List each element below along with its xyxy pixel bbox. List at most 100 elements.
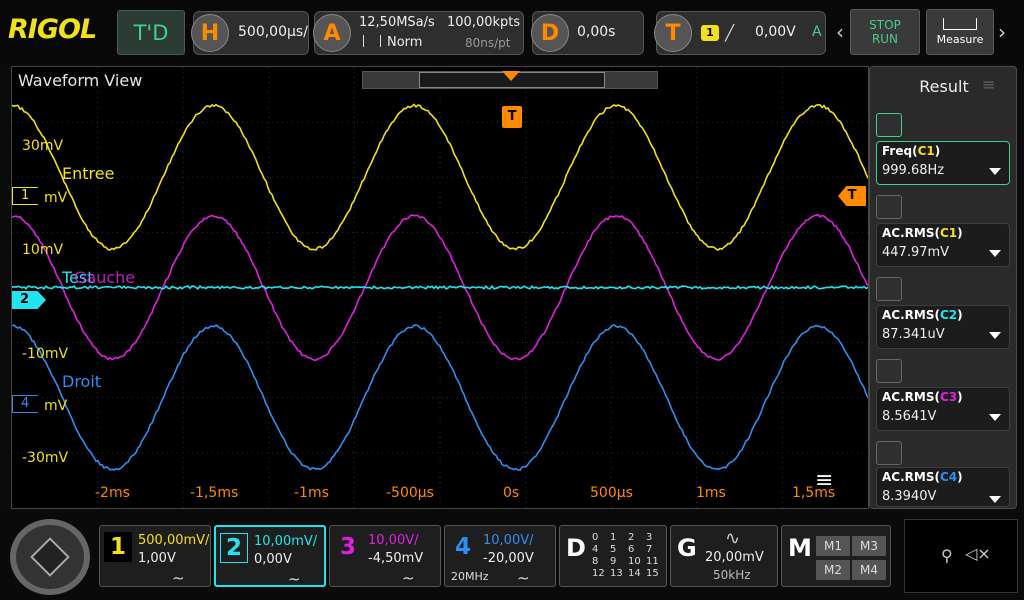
time-per-point: 80ns/pt bbox=[465, 36, 511, 50]
generator-panel[interactable]: G ∿ 20,00mV 50kHz bbox=[670, 525, 778, 587]
rms-icon[interactable] bbox=[876, 441, 902, 465]
home-gear-icon[interactable] bbox=[10, 519, 90, 595]
channel-3-panel[interactable]: 3 10,00V/ -4,50mV ∼ bbox=[329, 525, 441, 587]
sine-wave-icon: ∿ bbox=[725, 528, 740, 549]
trigger-source-badge: 1 bbox=[701, 25, 719, 41]
digital-ch: 5 bbox=[610, 544, 628, 555]
channel-2-panel[interactable]: 2 10,00mV/ 0,00V ∼ bbox=[214, 525, 326, 587]
freq-icon[interactable] bbox=[876, 113, 902, 137]
channel-4-scale: 10,00V/ bbox=[483, 533, 534, 548]
digital-channel-grid: 0123 4567 8 9 10 11 12 13 14 15 bbox=[592, 532, 664, 579]
digital-ch: 15 bbox=[646, 568, 664, 579]
math-m3-button[interactable]: M3 bbox=[852, 536, 886, 556]
result-panel: Result ≡ Freq(C1) 999.68Hz AC.RMS(C1) 44… bbox=[869, 66, 1017, 509]
chevron-right-icon[interactable]: › bbox=[998, 20, 1006, 44]
digital-letter: D bbox=[566, 534, 586, 562]
channel-4-panel[interactable]: 4 10,00V/ -20,00V 20MHz ∼ bbox=[444, 525, 556, 587]
trigger-position-icon bbox=[502, 71, 520, 81]
label-droit: Droit bbox=[62, 372, 101, 391]
x-label-neg500us: -500µs bbox=[386, 485, 434, 501]
x-label-1ms: 1ms bbox=[696, 485, 726, 501]
y-label-mv-2: mV bbox=[44, 398, 67, 414]
result-value-acrms-c1: 447.97mV bbox=[882, 245, 949, 260]
chevron-left-icon[interactable]: ‹ bbox=[836, 20, 844, 44]
math-m2-button[interactable]: M2 bbox=[816, 560, 850, 580]
digital-ch: 2 bbox=[628, 532, 646, 543]
y-label-mv: mV bbox=[44, 190, 67, 206]
y-label-neg30mv: -30mV bbox=[22, 450, 68, 466]
math-panel[interactable]: M M1 M3 M2 M4 bbox=[781, 525, 891, 587]
run-label: RUN bbox=[872, 32, 898, 46]
rising-edge-icon: ╱ bbox=[725, 24, 734, 42]
chevron-down-icon bbox=[989, 496, 1001, 503]
generator-letter: G bbox=[677, 534, 697, 562]
horizontal-icon[interactable]: H bbox=[191, 14, 229, 52]
ac-coupling-icon: ∼ bbox=[172, 569, 185, 587]
rms-icon[interactable] bbox=[876, 277, 902, 301]
digital-ch: 12 bbox=[592, 568, 610, 579]
channel-3-scale: 10,00V/ bbox=[368, 533, 419, 548]
speaker-muted-icon[interactable]: ◁× bbox=[965, 544, 991, 563]
x-label-neg1-5ms: -1,5ms bbox=[190, 485, 238, 501]
channel-1-offset: 1,00V bbox=[138, 551, 176, 566]
result-value-acrms-c3: 8.5641V bbox=[882, 409, 936, 424]
result-item-freq-c1[interactable]: Freq(C1) 999.68Hz bbox=[876, 141, 1010, 185]
acquire-icon[interactable]: A bbox=[313, 14, 351, 52]
x-label-neg1ms: -1ms bbox=[294, 485, 329, 501]
trigger-time-marker[interactable]: T bbox=[502, 106, 522, 128]
bandwidth-limit: 20MHz bbox=[451, 570, 489, 583]
trigger-level: 0,00V bbox=[755, 24, 796, 40]
waveform-trace-test bbox=[12, 286, 868, 289]
digital-ch: 3 bbox=[646, 532, 664, 543]
channel-2-scale: 10,00mV/ bbox=[254, 534, 317, 549]
x-label-neg2ms: -2ms bbox=[95, 485, 130, 501]
result-item-acrms-c2[interactable]: AC.RMS(C2) 87.341uV bbox=[876, 305, 1010, 349]
rigol-logo: RIGOL bbox=[8, 14, 96, 45]
math-m4-button[interactable]: M4 bbox=[852, 560, 886, 580]
x-label-500us: 500µs bbox=[590, 485, 633, 501]
delay-icon[interactable]: D bbox=[531, 14, 569, 52]
result-title: Result bbox=[870, 77, 1018, 96]
measure-button[interactable]: Measure bbox=[926, 9, 994, 55]
ac-coupling-icon: ∼ bbox=[288, 570, 301, 588]
digital-ch: 10 bbox=[628, 556, 646, 567]
chevron-down-icon bbox=[989, 250, 1001, 257]
result-item-acrms-c3[interactable]: AC.RMS(C3) 8.5641V bbox=[876, 387, 1010, 431]
channel-2-number: 2 bbox=[220, 533, 248, 563]
generator-frequency: 50kHz bbox=[713, 568, 751, 582]
result-value-acrms-c4: 8.3940V bbox=[882, 489, 936, 504]
x-label-0s: 0s bbox=[503, 485, 519, 501]
math-m1-button[interactable]: M1 bbox=[816, 536, 850, 556]
rms-icon[interactable] bbox=[876, 195, 902, 219]
stop-run-button[interactable]: STOP RUN bbox=[850, 9, 920, 55]
status-area: ⚲ ◁× bbox=[904, 519, 1018, 593]
channel-3-number: 3 bbox=[334, 532, 362, 562]
acquire-mode-icon bbox=[363, 35, 381, 47]
rigol-r-logo bbox=[30, 537, 70, 577]
result-value-freq-c1: 999.68Hz bbox=[882, 163, 944, 178]
delay-value: 0,00s bbox=[577, 24, 615, 40]
digital-ch: 1 bbox=[610, 532, 628, 543]
waveform-view[interactable] bbox=[11, 66, 869, 509]
digital-ch: 7 bbox=[646, 544, 664, 555]
channel-1-number: 1 bbox=[104, 532, 132, 562]
trigger-icon[interactable]: T bbox=[654, 14, 692, 52]
time-delay-button[interactable]: T'D bbox=[117, 10, 185, 55]
result-value-acrms-c2: 87.341uV bbox=[882, 327, 945, 342]
channel-2-offset: 0,00V bbox=[254, 552, 292, 567]
result-menu-icon[interactable]: ≡ bbox=[982, 75, 995, 94]
sample-rate: 12,50MSa/s bbox=[359, 15, 435, 30]
channel-1-panel[interactable]: 1 500,00mV/ 1,00V ∼ bbox=[99, 525, 211, 587]
digital-ch: 11 bbox=[646, 556, 664, 567]
menu-expand-icon[interactable]: ≡ bbox=[815, 470, 833, 492]
digital-panel[interactable]: D 0123 4567 8 9 10 11 12 13 14 15 bbox=[559, 525, 667, 587]
oscilloscope-screen: { "brand": {"logo": "RIGOL"}, "top": { "… bbox=[0, 0, 1024, 600]
channel-4-offset: -20,00V bbox=[483, 551, 534, 566]
result-item-acrms-c4[interactable]: AC.RMS(C4) 8.3940V bbox=[876, 467, 1010, 507]
waveform-view-title: Waveform View bbox=[18, 71, 142, 90]
digital-ch: 6 bbox=[628, 544, 646, 555]
rms-icon[interactable] bbox=[876, 359, 902, 383]
y-label-30mv: 30mV bbox=[22, 138, 63, 154]
result-item-acrms-c1[interactable]: AC.RMS(C1) 447.97mV bbox=[876, 223, 1010, 267]
channel-4-number: 4 bbox=[449, 532, 477, 562]
